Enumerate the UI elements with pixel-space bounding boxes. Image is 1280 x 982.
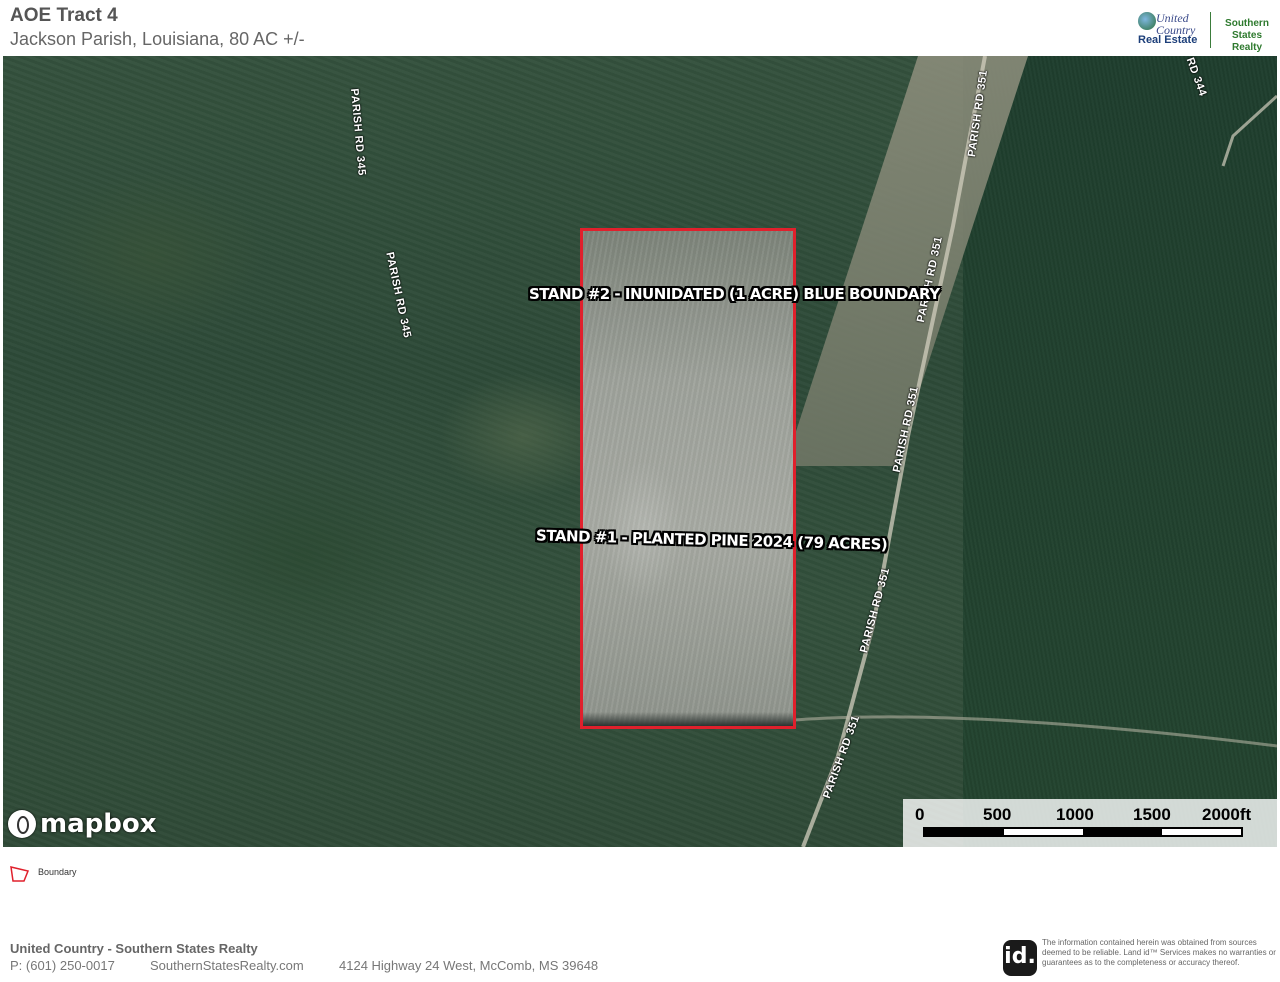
stand-2-label: STAND #2 - INUNIDATED (1 ACRE) BLUE BOUN…	[529, 285, 940, 303]
mapbox-logo-icon	[8, 810, 36, 838]
mapbox-attribution[interactable]: mapbox	[8, 804, 157, 844]
boundary-legend-icon	[10, 866, 30, 882]
page-title: AOE Tract 4	[10, 5, 118, 26]
real-estate-text: Real Estate	[1138, 34, 1198, 46]
parcel-boundary[interactable]	[580, 228, 796, 729]
logo-divider	[1210, 12, 1211, 48]
scale-bar: 0 500 1000 1500 2000ft	[903, 799, 1277, 847]
scale-tick-500: 500	[983, 805, 1012, 824]
page-subtitle: Jackson Parish, Louisiana, 80 AC +/-	[10, 29, 305, 49]
footer-address: 4124 Highway 24 West, McComb, MS 39648	[339, 958, 599, 973]
parcel-shadow	[583, 712, 793, 726]
united-country-text: United Country	[1156, 11, 1196, 37]
parish-rd-344-line	[1221, 94, 1277, 167]
scale-segment	[1083, 829, 1162, 835]
brand-logo[interactable]: United Country Real Estate Southern Stat…	[1130, 10, 1278, 53]
globe-icon	[1138, 12, 1156, 30]
scale-segment	[925, 829, 1004, 835]
footer-website[interactable]: SouthernStatesRealty.com	[150, 958, 304, 973]
legend-boundary-label: Boundary	[38, 867, 77, 877]
scale-tick-2000ft: 2000ft	[1202, 805, 1252, 824]
aerial-map[interactable]: PARISH RD 345 PARISH RD 345 PARISH RD 35…	[3, 56, 1277, 847]
footer-company: United Country - Southern States Realty	[10, 941, 258, 956]
footer-phone[interactable]: P: (601) 250-0017	[10, 958, 115, 973]
united-country-logo: United Country Real Estate	[1134, 10, 1206, 50]
scale-tick-0: 0	[915, 805, 925, 824]
mapbox-text: mapbox	[40, 809, 157, 839]
southern-states-text: Southern States Realty	[1225, 18, 1269, 53]
scale-tick-1000: 1000	[1056, 805, 1094, 824]
land-id-logo: id.	[1003, 940, 1037, 976]
scale-tick-1500: 1500	[1133, 805, 1171, 824]
footer-disclaimer: The information contained herein was obt…	[1042, 938, 1276, 967]
scale-line	[923, 827, 1243, 837]
